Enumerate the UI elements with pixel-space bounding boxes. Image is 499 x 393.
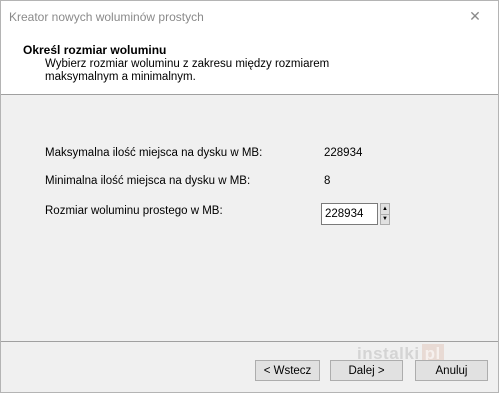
max-size-value: 228934 — [324, 147, 363, 159]
page-title: Określ rozmiar woluminu — [23, 43, 167, 57]
page-description: Wybierz rozmiar woluminu z zakresu międz… — [45, 58, 330, 83]
spin-buttons: ▲ ▼ — [380, 203, 390, 225]
min-size-value: 8 — [324, 175, 331, 187]
cancel-button[interactable]: Anuluj — [415, 360, 488, 381]
title-bar: Kreator nowych woluminów prostych ✕ — [1, 1, 498, 32]
volume-size-stepper: ▲ ▼ — [321, 203, 390, 225]
spin-down-icon[interactable]: ▼ — [380, 214, 390, 225]
spin-up-icon[interactable]: ▲ — [380, 203, 390, 215]
wizard-content: Maksymalna ilość miejsca na dysku w MB: … — [1, 95, 498, 340]
next-button[interactable]: Dalej > — [330, 360, 403, 381]
wizard-footer: instalki pl < Wstecz Dalej > Anuluj — [1, 342, 498, 392]
wizard-header: Określ rozmiar woluminu Wybierz rozmiar … — [1, 32, 498, 95]
volume-size-label: Rozmiar woluminu prostego w MB: — [45, 205, 223, 217]
close-icon[interactable]: ✕ — [452, 1, 498, 32]
max-size-label: Maksymalna ilość miejsca na dysku w MB: — [45, 147, 263, 159]
window-title: Kreator nowych woluminów prostych — [9, 9, 204, 24]
wizard-window: Kreator nowych woluminów prostych ✕ Okre… — [0, 0, 499, 393]
back-button[interactable]: < Wstecz — [255, 360, 320, 381]
volume-size-input[interactable] — [321, 203, 378, 225]
min-size-label: Minimalna ilość miejsca na dysku w MB: — [45, 175, 251, 187]
